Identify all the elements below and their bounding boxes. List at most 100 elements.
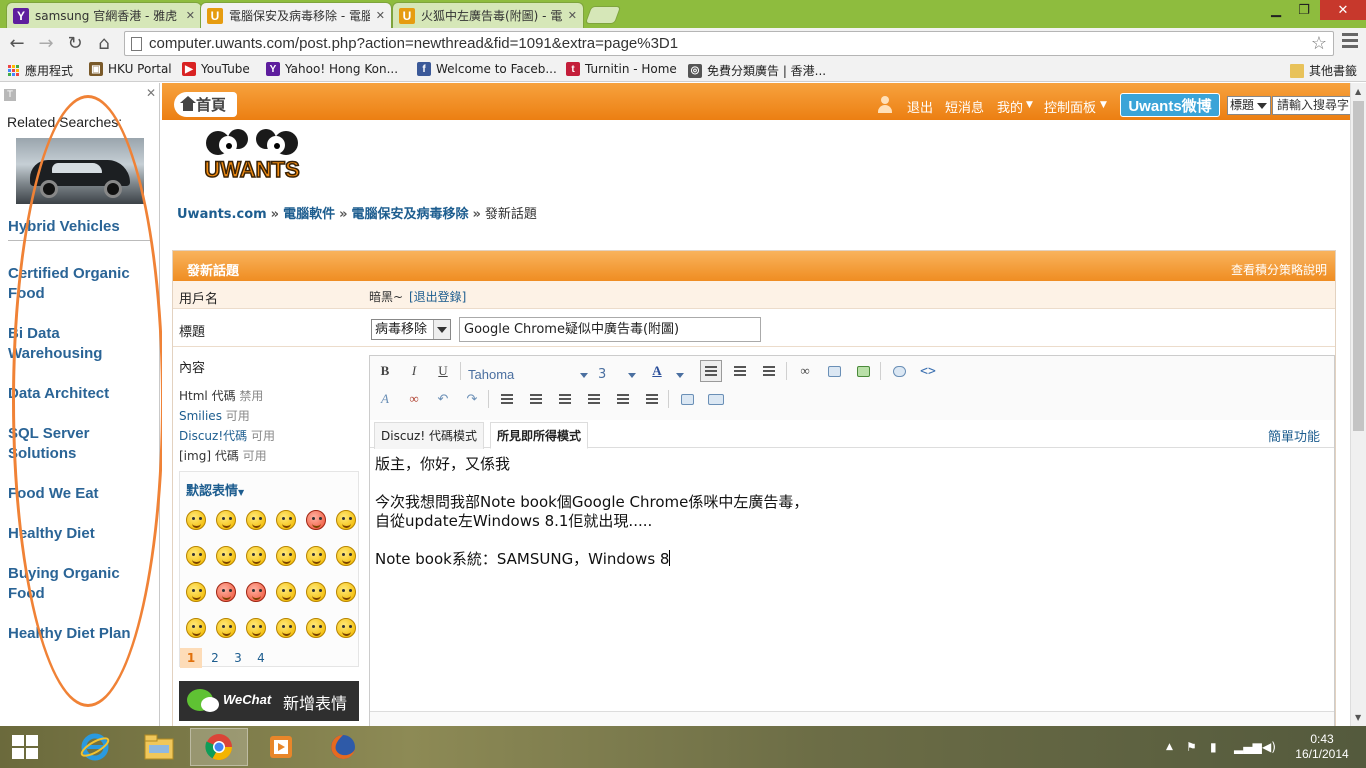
points-policy-link[interactable]: 查看積分策略說明 (1231, 261, 1327, 278)
address-bar[interactable]: computer.uwants.com/post.php?action=newt… (124, 31, 1334, 56)
smiley-icon[interactable] (276, 510, 296, 530)
smiley-icon[interactable] (306, 546, 326, 566)
search-input[interactable]: 請輸入搜尋字 (1272, 96, 1350, 115)
smilies-page-1[interactable]: 1 (180, 648, 202, 668)
font-family-select[interactable]: Tahoma (468, 365, 588, 385)
new-tab-button[interactable] (584, 6, 622, 24)
free-tag-icon[interactable] (705, 388, 727, 410)
forum-home-button[interactable]: 首頁 (174, 92, 237, 117)
chevron-down-icon[interactable]: ▼ (1100, 100, 1107, 110)
post-content-area[interactable]: 版主，你好，又係我 今次我想問我部Note book個Google Chrome… (370, 449, 1334, 709)
remove-format-icon[interactable]: A (374, 388, 396, 410)
smiley-icon[interactable] (216, 618, 236, 638)
smiley-icon[interactable] (336, 618, 356, 638)
uwants-logo[interactable]: UWANTS (198, 127, 306, 183)
close-tab-icon[interactable]: ✕ (568, 9, 577, 22)
smiley-icon[interactable] (276, 546, 296, 566)
forward-arrow-icon[interactable]: → (34, 31, 58, 55)
align-left-icon[interactable] (700, 360, 722, 382)
logout-link[interactable]: 退出 (907, 97, 933, 116)
smilies-page-4[interactable]: 4 (250, 648, 272, 668)
ordered-list-icon[interactable] (496, 388, 518, 410)
chrome-menu-icon[interactable] (1342, 33, 1358, 51)
undo-icon[interactable]: ↶ (432, 388, 454, 410)
indent-icon[interactable] (583, 388, 605, 410)
tab-discuz-code-mode[interactable]: Discuz! 代碼模式 (374, 422, 484, 449)
title-input[interactable]: Google Chrome疑似中廣告毒(附圖) (459, 317, 761, 342)
signal-icon[interactable]: ▂▄▆ (1234, 740, 1262, 754)
breadcrumb-link[interactable]: Uwants.com (177, 207, 267, 222)
simple-mode-link[interactable]: 簡單功能 (1268, 426, 1320, 445)
action-center-flag-icon[interactable]: ⚑ (1186, 740, 1197, 754)
unlink-icon[interactable]: ∞ (403, 388, 425, 410)
float-left-icon[interactable] (612, 388, 634, 410)
firefox-icon[interactable] (314, 728, 372, 766)
internet-explorer-icon[interactable] (66, 728, 124, 766)
related-search-link[interactable]: Certified Organic Food (8, 264, 158, 304)
show-hidden-icons[interactable]: ▲ (1166, 742, 1173, 752)
related-search-link[interactable]: SQL Server Solutions (8, 424, 158, 464)
smiley-icon[interactable] (276, 582, 296, 602)
windows-start-icon[interactable] (12, 735, 40, 761)
smiley-icon[interactable] (306, 510, 326, 530)
image-icon[interactable] (852, 360, 874, 382)
unordered-list-icon[interactable] (525, 388, 547, 410)
smiley-icon[interactable] (186, 510, 206, 530)
smiley-icon[interactable] (216, 510, 236, 530)
bookmark-other-folder[interactable]: 其他書籤 (1290, 62, 1357, 79)
smiley-icon[interactable] (186, 618, 206, 638)
home-icon[interactable]: ⌂ (92, 31, 116, 55)
ad-close-icon[interactable]: ✕ (146, 86, 156, 100)
font-color-icon[interactable]: A (646, 360, 668, 382)
reload-icon[interactable]: ↻ (63, 31, 87, 55)
browser-tab[interactable]: Y samsung 官網香港 - 雅虎 ✕ (6, 2, 202, 28)
align-right-icon[interactable] (758, 360, 780, 382)
tab-wysiwyg-mode[interactable]: 所見即所得模式 (490, 422, 589, 449)
scroll-down-icon[interactable]: ▼ (1355, 713, 1361, 722)
browser-tab[interactable]: U 火狐中左廣告毒(附圖) - 電 ✕ (392, 2, 584, 28)
smiley-icon[interactable] (216, 546, 236, 566)
related-search-link[interactable]: Hybrid Vehicles (8, 217, 158, 237)
related-search-link[interactable]: Buying Organic Food (8, 564, 158, 604)
minimize-icon[interactable]: ▁ (1262, 0, 1290, 20)
bookmark-hku[interactable]: ▣ HKU Portal (89, 62, 172, 76)
link-icon[interactable]: ∞ (794, 360, 816, 382)
italic-icon[interactable]: I (403, 360, 425, 382)
smiley-icon[interactable] (306, 618, 326, 638)
search-type-select[interactable]: 標題 (1227, 96, 1271, 115)
smiley-icon[interactable] (186, 582, 206, 602)
table-icon[interactable] (676, 388, 698, 410)
smilies-title[interactable]: 默認表情▼ (186, 480, 244, 499)
messages-link[interactable]: 短消息 (945, 97, 984, 116)
close-tab-icon[interactable]: ✕ (376, 9, 385, 22)
browser-tab-active[interactable]: U 電腦保安及病毒移除 - 電腦 ✕ (200, 2, 392, 28)
quote-icon[interactable] (888, 360, 910, 382)
battery-icon[interactable]: ▮ (1210, 740, 1217, 754)
bookmark-star-icon[interactable]: ☆ (1311, 33, 1327, 54)
back-arrow-icon[interactable]: ← (5, 31, 29, 55)
related-search-link[interactable]: Data Architect (8, 384, 158, 404)
smiley-icon[interactable] (336, 546, 356, 566)
restore-icon[interactable]: ❐ (1290, 0, 1318, 20)
wechat-stickers-banner[interactable]: WeChat 新增表情 (179, 681, 359, 721)
file-explorer-icon[interactable] (130, 728, 188, 766)
smiley-icon[interactable] (276, 618, 296, 638)
smiley-icon[interactable] (336, 582, 356, 602)
car-thumbnail-image[interactable] (16, 138, 144, 204)
chevron-down-icon[interactable]: ▼ (1026, 100, 1033, 110)
smilies-page-2[interactable]: 2 (204, 648, 226, 668)
smiley-icon[interactable] (336, 510, 356, 530)
smiley-icon[interactable] (216, 582, 236, 602)
chevron-down-icon[interactable] (580, 373, 588, 378)
align-center-icon[interactable] (729, 360, 751, 382)
system-clock[interactable]: 0:43 16/1/2014 (1286, 732, 1358, 762)
scroll-up-icon[interactable]: ▲ (1355, 87, 1361, 96)
bookmark-classified[interactable]: ◎ 免費分類廣告 | 香港... (688, 62, 826, 79)
control-panel-link[interactable]: 控制面板 (1044, 97, 1096, 116)
close-tab-icon[interactable]: ✕ (186, 9, 195, 22)
page-scrollbar[interactable]: ▲ ▼ (1350, 83, 1366, 726)
bookmark-apps[interactable]: 應用程式 (8, 62, 73, 79)
weibo-button[interactable]: Uwants微博 (1120, 93, 1220, 117)
email-icon[interactable] (823, 360, 845, 382)
bookmark-turnitin[interactable]: t Turnitin - Home (566, 62, 677, 76)
